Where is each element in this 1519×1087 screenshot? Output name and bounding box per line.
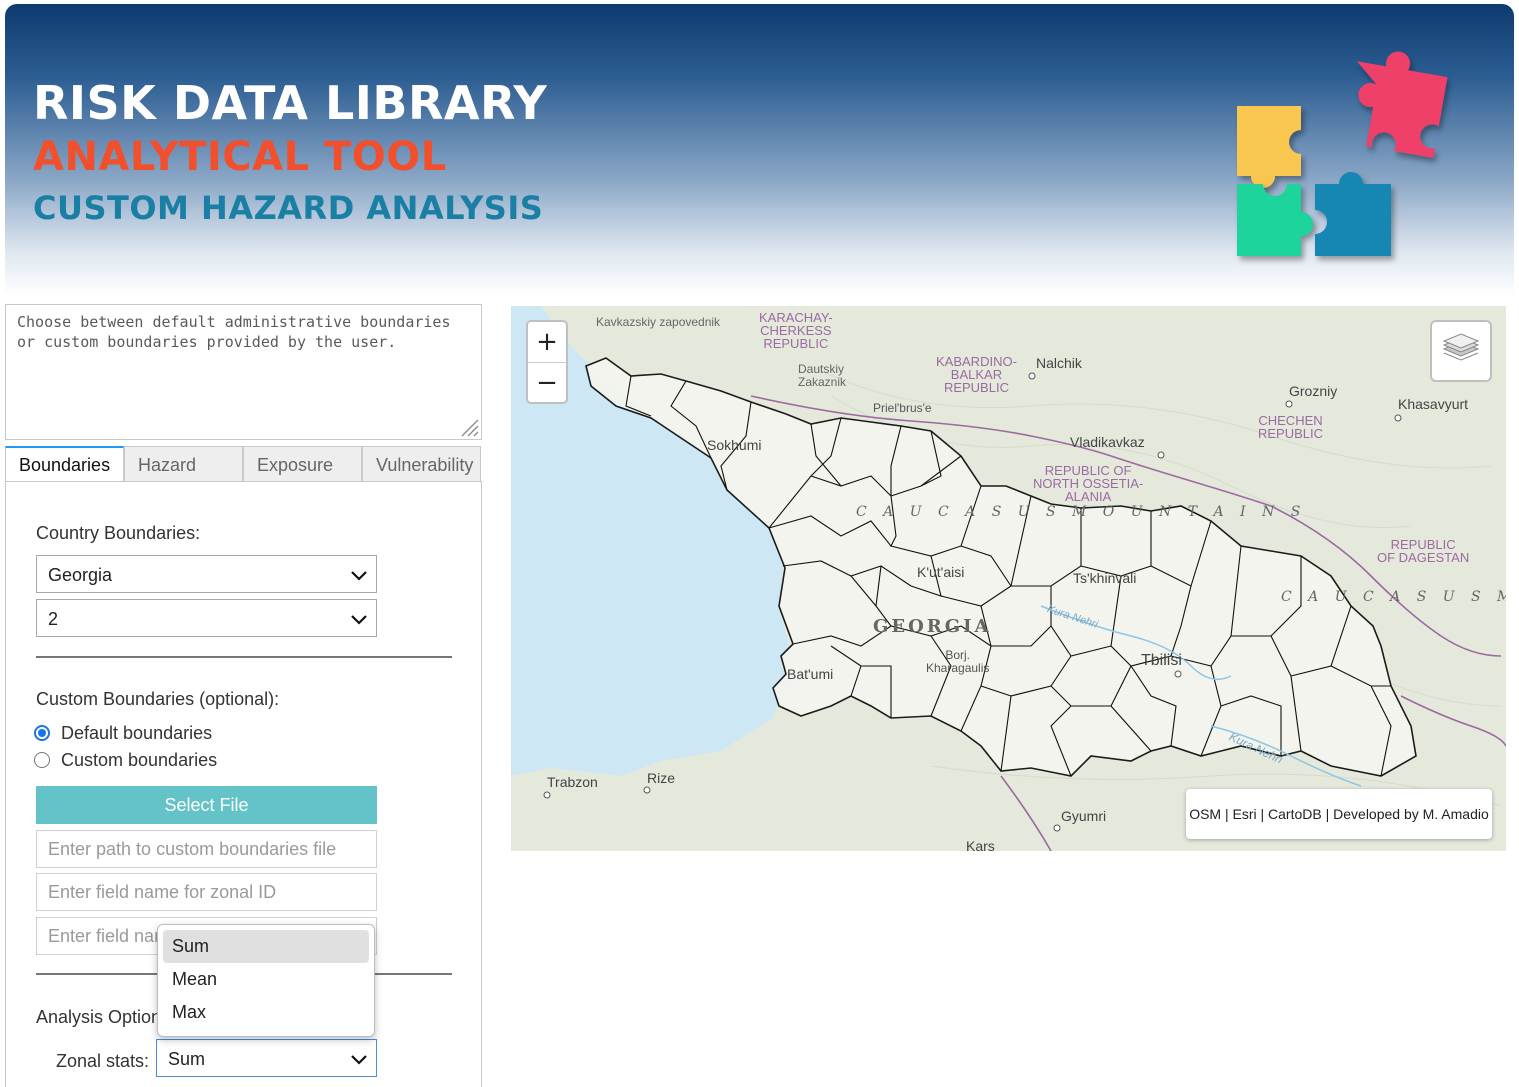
radio-default-label: Default boundaries — [61, 723, 213, 743]
map-label: REPUBLIC OF DAGESTAN — [1377, 537, 1470, 565]
zonal-stats-dropdown: Sum Mean Max — [157, 924, 375, 1037]
admin-level-select[interactable]: 2 — [36, 599, 377, 637]
option-mean[interactable]: Mean — [163, 963, 369, 996]
map-label: Nalchik — [1036, 355, 1082, 371]
tab-hazard[interactable]: Hazard — [124, 446, 243, 481]
map-label: Trabzon — [547, 774, 598, 790]
map-label: GEORGIA — [873, 616, 992, 637]
tab-bar: Boundaries Hazard Exposure Vulnerability — [5, 446, 482, 482]
map-view[interactable]: Kavkazskiy zapovednik KARACHAY- CHERKESS R… — [511, 306, 1506, 851]
map-label: Kavkazskiy zapovednik — [596, 315, 721, 329]
map-label: KABARDINO- BALKAR REPUBLIC — [936, 354, 1017, 395]
zonal-stats-select[interactable]: Sum — [156, 1039, 377, 1077]
radio-default-boundaries[interactable]: Default boundaries — [34, 723, 212, 744]
description-textarea[interactable]: Choose between default administrative bo… — [5, 304, 482, 440]
map-label: Priel'brus'e — [873, 401, 932, 415]
tab-exposure[interactable]: Exposure — [243, 446, 362, 481]
select-file-button[interactable]: Select File — [36, 786, 377, 824]
map-label: Vladikavkaz — [1070, 434, 1145, 450]
header-banner: RISK DATA LIBRARY ANALYTICAL TOOL CUSTOM… — [5, 4, 1514, 296]
map-label: Bat'umi — [787, 666, 834, 682]
layers-icon — [1442, 333, 1480, 361]
zoom-out-button[interactable]: − — [528, 363, 566, 403]
map-label: K'ut'aisi — [917, 564, 965, 580]
radio-unchecked-icon[interactable] — [34, 752, 50, 768]
map-attribution: OSM | Esri | CartoDB | Developed by M. A… — [1186, 789, 1492, 839]
custom-boundaries-label: Custom Boundaries (optional): — [36, 689, 280, 709]
option-max[interactable]: Max — [163, 996, 369, 1029]
country-select[interactable]: Georgia — [36, 555, 377, 593]
map-label: REPUBLIC OF NORTH OSSETIA- ALANIA — [1033, 463, 1144, 504]
map-label: C A U C A S U S M O U N T A — [1281, 589, 1506, 605]
map-label: Gyumri — [1061, 808, 1107, 824]
tab-boundaries[interactable]: Boundaries — [5, 446, 124, 481]
title-line-3: CUSTOM HAZARD ANALYSIS — [33, 189, 544, 227]
layers-button[interactable] — [1430, 320, 1492, 382]
chevron-down-icon — [351, 571, 367, 581]
country-boundaries-label: Country Boundaries: — [36, 523, 201, 543]
zonal-stats-value: Sum — [168, 1049, 206, 1069]
option-sum[interactable]: Sum — [163, 930, 369, 963]
resize-grip-icon[interactable] — [457, 415, 479, 437]
map-label: CHECHEN REPUBLIC — [1258, 413, 1324, 441]
map-label: Tbilisi — [1141, 652, 1182, 669]
zoom-control: + − — [526, 320, 568, 404]
admin-level-value: 2 — [48, 609, 59, 629]
country-select-value: Georgia — [48, 565, 113, 585]
radio-custom-label: Custom boundaries — [61, 750, 218, 770]
map-label: Sokhumi — [707, 437, 762, 453]
title-line-2: ANALYTICAL TOOL — [33, 134, 447, 180]
radio-custom-boundaries[interactable]: Custom boundaries — [34, 750, 217, 771]
map-label: Grozniy — [1289, 383, 1338, 399]
map-label: Dautskiy Zakaznik — [798, 362, 847, 389]
custom-boundaries-path-input[interactable] — [36, 830, 377, 868]
tab-vulnerability[interactable]: Vulnerability — [362, 446, 481, 481]
radio-checked-icon[interactable] — [34, 725, 50, 741]
description-text: Choose between default administrative bo… — [17, 313, 451, 351]
puzzle-logo-icon — [1237, 51, 1448, 256]
chevron-down-icon — [351, 1055, 367, 1065]
zonal-id-field-input[interactable] — [36, 873, 377, 911]
chevron-down-icon — [351, 615, 367, 625]
map-label: C A U C A S U S M O U N T A I N S — [856, 504, 1307, 520]
title-line-1: RISK DATA LIBRARY — [33, 76, 548, 130]
map-label: Khasavyurt — [1398, 396, 1469, 412]
divider — [36, 656, 452, 658]
zoom-in-button[interactable]: + — [528, 322, 566, 363]
map-label: KARACHAY- CHERKESS REPUBLIC — [759, 310, 833, 351]
map-label: Kars — [966, 838, 995, 851]
map-label: Ts'khinvali — [1073, 570, 1137, 586]
map-label: Borj. Kharagaulis — [926, 648, 990, 675]
analysis-options-label: Analysis Options: — [36, 1007, 176, 1027]
zonal-stats-label: Zonal stats: — [56, 1051, 150, 1071]
map-label: Rize — [647, 770, 676, 786]
